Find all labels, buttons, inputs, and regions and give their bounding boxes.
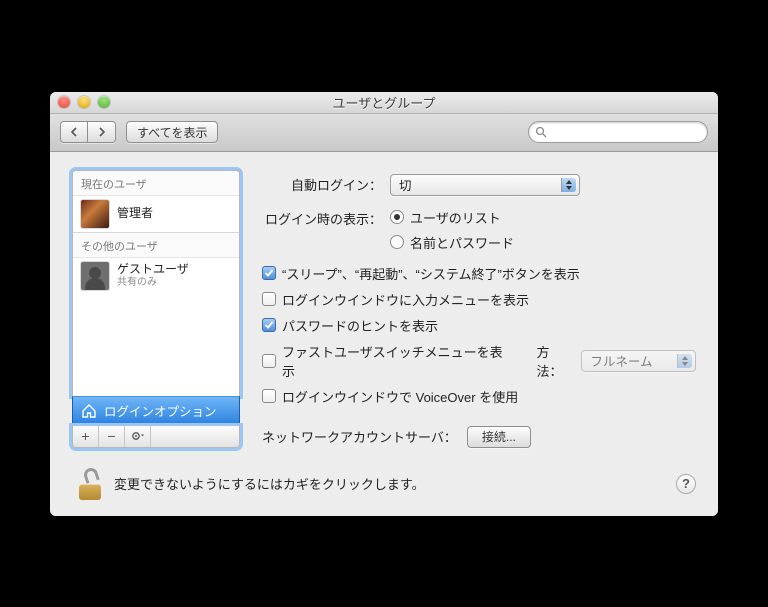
user-list: 現在のユーザ 管理者 その他のユーザ ゲストユーザ 共有のみ	[72, 170, 240, 396]
fast-switch-method-select: フルネーム	[581, 350, 696, 372]
main-panel: 自動ログイン： 切 ログイン時の表示： ユーザのリスト	[262, 170, 696, 448]
window-title: ユーザとグループ	[50, 93, 718, 112]
minimize-icon[interactable]	[78, 96, 90, 108]
lock-text: 変更できないようにするにはカギをクリックします。	[114, 474, 425, 493]
auto-login-value: 切	[399, 175, 412, 194]
checkbox-label: ファストユーザスイッチメニューを表示	[282, 342, 515, 380]
radio-name-password[interactable]: 名前とパスワード	[390, 233, 514, 252]
radio-icon	[390, 235, 404, 249]
checkbox-icon	[262, 318, 276, 332]
checkbox-password-hint[interactable]: パスワードのヒントを表示	[262, 316, 696, 335]
footer: 変更できないようにするにはカギをクリックします。 ?	[72, 468, 696, 500]
nav-segment	[60, 121, 116, 143]
checkbox-label: ログインウインドウに入力メニューを表示	[282, 290, 529, 309]
checkbox-input-menu[interactable]: ログインウインドウに入力メニューを表示	[262, 290, 696, 309]
toolbar: すべてを表示	[50, 114, 718, 152]
auto-login-label: 自動ログイン：	[262, 175, 390, 194]
avatar	[81, 262, 109, 290]
avatar	[81, 200, 109, 228]
search-icon	[535, 126, 547, 138]
other-users-header: その他のユーザ	[73, 232, 239, 258]
radio-user-list[interactable]: ユーザのリスト	[390, 208, 514, 227]
current-user-header: 現在のユーザ	[73, 171, 239, 196]
titlebar: ユーザとグループ	[50, 92, 718, 114]
auto-login-select[interactable]: 切	[390, 174, 580, 196]
user-label: 管理者	[117, 207, 153, 221]
display-as-label: ログイン時の表示：	[262, 208, 390, 228]
add-user-button[interactable]: +	[73, 426, 99, 447]
checkbox-fast-switch[interactable]: ファストユーザスイッチメニューを表示 方法： フルネーム	[262, 342, 696, 380]
close-icon[interactable]	[58, 96, 70, 108]
login-options-label: ログインオプション	[104, 401, 217, 420]
forward-button[interactable]	[88, 121, 116, 143]
remove-user-button[interactable]: −	[99, 426, 125, 447]
checkbox-voiceover[interactable]: ログインウインドウで VoiceOver を使用	[262, 387, 696, 406]
connect-button[interactable]: 接続...	[467, 426, 531, 448]
search-field[interactable]	[528, 121, 708, 143]
checkbox-show-buttons[interactable]: “スリープ”、“再起動”、“システム終了”ボタンを表示	[262, 264, 696, 283]
fast-switch-method-value: フルネーム	[590, 351, 652, 370]
lock-shackle-icon	[82, 466, 100, 484]
sidebar-footer: + −	[72, 426, 240, 448]
radio-label: 名前とパスワード	[410, 233, 514, 252]
house-icon	[81, 403, 97, 419]
checkbox-icon	[262, 354, 276, 368]
fast-switch-method-label: 方法：	[537, 342, 576, 380]
checkbox-icon	[262, 389, 276, 403]
back-button[interactable]	[60, 121, 88, 143]
help-button[interactable]: ?	[676, 474, 696, 494]
sidebar: 現在のユーザ 管理者 その他のユーザ ゲストユーザ 共有のみ	[72, 170, 240, 448]
gear-icon	[131, 430, 145, 442]
radio-icon	[390, 210, 404, 224]
zoom-icon[interactable]	[98, 96, 110, 108]
action-menu-button[interactable]	[125, 426, 151, 447]
user-row-guest[interactable]: ゲストユーザ 共有のみ	[73, 258, 239, 294]
login-options-row[interactable]: ログインオプション	[72, 396, 240, 426]
search-input[interactable]	[551, 124, 710, 140]
preferences-window: ユーザとグループ すべてを表示 現在のユーザ	[50, 92, 718, 516]
checkbox-icon	[262, 266, 276, 280]
network-server-label: ネットワークアカウントサーバ：	[262, 427, 457, 446]
checkbox-label: “スリープ”、“再起動”、“システム終了”ボタンを表示	[282, 264, 580, 283]
lock-button[interactable]	[76, 468, 104, 500]
user-row-admin[interactable]: 管理者	[73, 196, 239, 232]
checkbox-label: パスワードのヒントを表示	[282, 316, 438, 335]
checkbox-icon	[262, 292, 276, 306]
user-sublabel: 共有のみ	[117, 277, 189, 289]
show-all-button[interactable]: すべてを表示	[126, 121, 218, 143]
user-label: ゲストユーザ	[117, 263, 189, 277]
lock-body-icon	[79, 484, 101, 500]
radio-label: ユーザのリスト	[410, 208, 501, 227]
checkbox-label: ログインウインドウで VoiceOver を使用	[282, 387, 518, 406]
